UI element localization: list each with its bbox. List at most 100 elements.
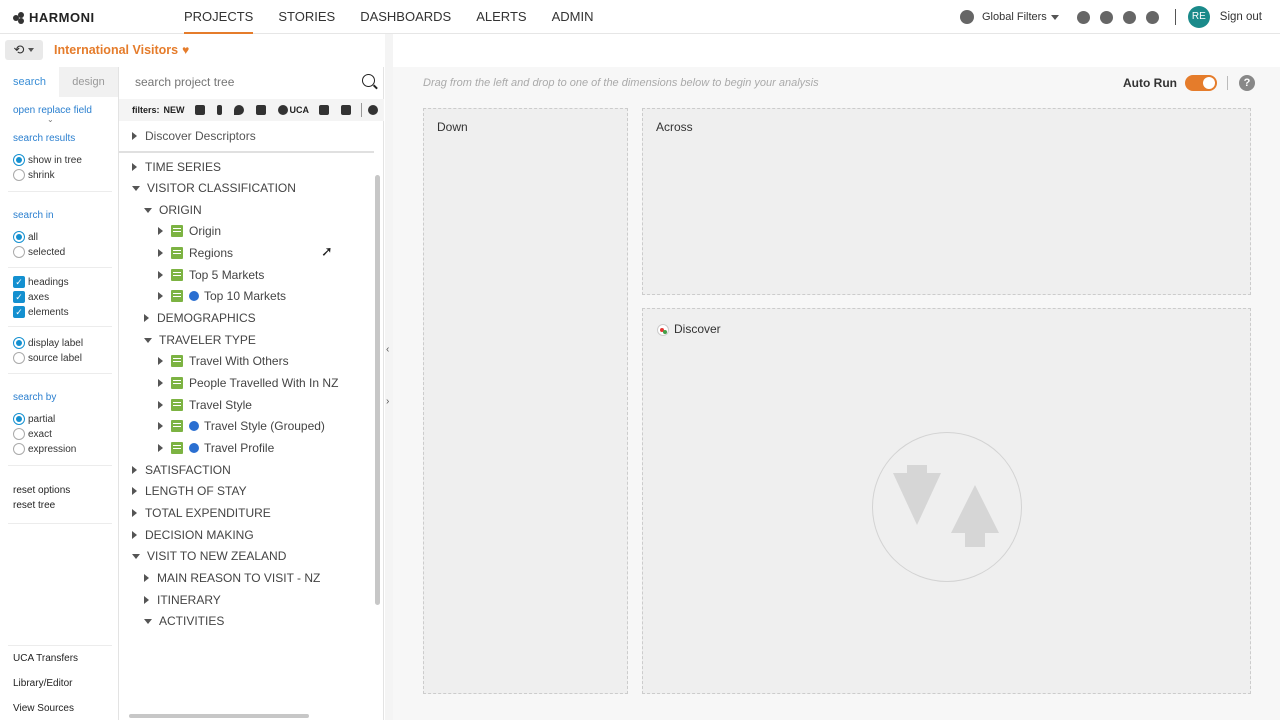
tree-item-satisfaction[interactable]: SATISFACTION bbox=[132, 460, 231, 480]
expand-arrow-icon[interactable] bbox=[158, 401, 163, 409]
tree-item-travel-style[interactable]: Travel Style bbox=[158, 395, 252, 415]
horizontal-scrollbar[interactable] bbox=[129, 714, 309, 718]
discover-drop-zone[interactable]: Discover bbox=[642, 308, 1251, 694]
tab-design[interactable]: design bbox=[59, 67, 118, 97]
across-drop-zone[interactable]: Across bbox=[642, 108, 1251, 295]
chevron-down-icon[interactable] bbox=[1050, 14, 1059, 20]
expand-arrow-icon[interactable] bbox=[132, 132, 137, 140]
tree-item-people-travelled-with[interactable]: People Travelled With In NZ bbox=[158, 373, 338, 393]
uca-transfers-link[interactable]: UCA Transfers bbox=[13, 653, 78, 664]
expand-arrow-icon[interactable] bbox=[158, 292, 163, 300]
radio-exact[interactable]: exact bbox=[13, 428, 52, 440]
tree-item-visitor-classification[interactable]: VISITOR CLASSIFICATION bbox=[132, 178, 296, 198]
eye-icon[interactable] bbox=[1076, 10, 1090, 24]
filter-new-button[interactable]: NEW bbox=[164, 105, 185, 115]
user-icon[interactable] bbox=[277, 105, 288, 115]
expand-arrow-icon[interactable] bbox=[132, 466, 137, 474]
expand-arrow-icon[interactable] bbox=[158, 271, 163, 279]
discover-descriptors-item[interactable]: Discover Descriptors bbox=[132, 126, 256, 146]
checkbox-elements[interactable]: ✓ elements bbox=[13, 306, 69, 318]
search-icon[interactable] bbox=[362, 74, 375, 87]
sign-out-link[interactable]: Sign out bbox=[1220, 11, 1262, 23]
info-icon[interactable] bbox=[189, 443, 199, 453]
tree-item-time-series[interactable]: TIME SERIES bbox=[132, 157, 221, 177]
nav-tab-admin[interactable]: ADMIN bbox=[552, 0, 594, 34]
tree-item-total-expenditure[interactable]: TOTAL EXPENDITURE bbox=[132, 503, 271, 523]
collapse-arrow-icon[interactable] bbox=[132, 553, 140, 559]
collapse-arrow-icon[interactable] bbox=[144, 337, 152, 343]
flag-icon[interactable] bbox=[1099, 10, 1113, 24]
radio-shrink[interactable]: shrink bbox=[13, 169, 55, 181]
expand-arrow-icon[interactable] bbox=[158, 379, 163, 387]
expand-arrow-icon[interactable] bbox=[132, 163, 137, 171]
expand-arrow-icon[interactable] bbox=[144, 574, 149, 582]
harmoni-logo[interactable]: HARMONI bbox=[13, 10, 95, 25]
history-button[interactable]: ⟲ bbox=[5, 40, 43, 60]
tree-item-visit-to-nz[interactable]: VISIT TO NEW ZEALAND bbox=[132, 546, 286, 566]
radio-all[interactable]: all bbox=[13, 231, 38, 243]
view-sources-link[interactable]: View Sources bbox=[13, 703, 74, 714]
expand-arrow-icon[interactable] bbox=[158, 227, 163, 235]
map-pin-icon[interactable] bbox=[233, 105, 244, 115]
tree-item-length-of-stay[interactable]: LENGTH OF STAY bbox=[132, 481, 247, 501]
column-icon[interactable] bbox=[216, 105, 222, 115]
tree-item-top-10-markets[interactable]: Top 10 Markets bbox=[158, 286, 286, 306]
global-filters-button[interactable]: Global Filters bbox=[982, 11, 1047, 23]
collapse-arrow-icon[interactable] bbox=[144, 207, 152, 213]
contrast-icon[interactable] bbox=[1122, 10, 1136, 24]
checkbox-axes[interactable]: ✓ axes bbox=[13, 291, 49, 303]
chevron-down-icon[interactable]: ⌄ bbox=[47, 115, 54, 124]
nav-tab-alerts[interactable]: ALERTS bbox=[476, 0, 526, 34]
expand-arrow-icon[interactable] bbox=[132, 531, 137, 539]
chevron-left-icon[interactable]: ‹ bbox=[386, 344, 389, 355]
info-icon[interactable] bbox=[189, 421, 199, 431]
radio-partial[interactable]: partial bbox=[13, 413, 55, 425]
radio-display-label[interactable]: display label bbox=[13, 337, 83, 349]
expand-arrow-icon[interactable] bbox=[132, 509, 137, 517]
radio-source-label[interactable]: source label bbox=[13, 352, 82, 364]
help-icon[interactable]: ? bbox=[1239, 75, 1255, 91]
grid-icon[interactable] bbox=[194, 105, 205, 115]
filter-uca-button[interactable]: UCA bbox=[290, 105, 310, 115]
expand-arrow-icon[interactable] bbox=[144, 314, 149, 322]
down-drop-zone[interactable]: Down bbox=[423, 108, 628, 694]
auto-run-toggle[interactable] bbox=[1185, 75, 1217, 91]
expand-arrow-icon[interactable] bbox=[144, 596, 149, 604]
tree-item-traveler-type[interactable]: TRAVELER TYPE bbox=[144, 330, 256, 350]
tree-item-origin-heading[interactable]: ORIGIN bbox=[144, 200, 202, 220]
tree-item-activities[interactable]: ACTIVITIES bbox=[144, 611, 224, 631]
info-icon[interactable] bbox=[189, 291, 199, 301]
project-title[interactable]: International Visitors bbox=[54, 43, 178, 57]
tree-item-itinerary[interactable]: ITINERARY bbox=[144, 590, 221, 610]
filter-icon[interactable] bbox=[255, 105, 266, 115]
tree-item-main-reason[interactable]: MAIN REASON TO VISIT - NZ bbox=[144, 568, 320, 588]
collapse-arrow-icon[interactable] bbox=[144, 618, 152, 624]
expand-arrow-icon[interactable] bbox=[158, 444, 163, 452]
avatar[interactable]: RE bbox=[1187, 6, 1210, 28]
tree-item-travel-profile[interactable]: Travel Profile bbox=[158, 438, 274, 458]
folder-icon[interactable] bbox=[319, 105, 330, 115]
search-input[interactable] bbox=[135, 75, 355, 89]
collapse-arrow-icon[interactable] bbox=[132, 185, 140, 191]
layers-icon[interactable] bbox=[341, 105, 352, 115]
tree-item-travel-with-others[interactable]: Travel With Others bbox=[158, 351, 289, 371]
expand-arrow-icon[interactable] bbox=[158, 357, 163, 365]
nav-tab-stories[interactable]: STORIES bbox=[278, 0, 335, 34]
tree-item-demographics[interactable]: DEMOGRAPHICS bbox=[144, 308, 256, 328]
chevron-right-icon[interactable]: › bbox=[386, 396, 389, 407]
panel-splitter[interactable]: ‹ › bbox=[385, 34, 393, 720]
expand-arrow-icon[interactable] bbox=[132, 487, 137, 495]
expand-arrow-icon[interactable] bbox=[158, 422, 163, 430]
nav-tab-dashboards[interactable]: DASHBOARDS bbox=[360, 0, 451, 34]
tree-item-decision-making[interactable]: DECISION MAKING bbox=[132, 525, 254, 545]
nav-tab-projects[interactable]: PROJECTS bbox=[184, 0, 254, 34]
vertical-scrollbar[interactable] bbox=[375, 175, 380, 605]
checkbox-headings[interactable]: ✓ headings bbox=[13, 276, 69, 288]
help-icon[interactable] bbox=[1145, 10, 1159, 24]
reset-options-link[interactable]: reset options bbox=[13, 485, 70, 496]
expand-arrow-icon[interactable] bbox=[158, 249, 163, 257]
tree-item-regions[interactable]: Regions bbox=[158, 243, 233, 263]
tree-item-travel-style-grouped[interactable]: Travel Style (Grouped) bbox=[158, 416, 325, 436]
reset-tree-link[interactable]: reset tree bbox=[13, 500, 55, 511]
tree-item-origin[interactable]: Origin bbox=[158, 221, 221, 241]
